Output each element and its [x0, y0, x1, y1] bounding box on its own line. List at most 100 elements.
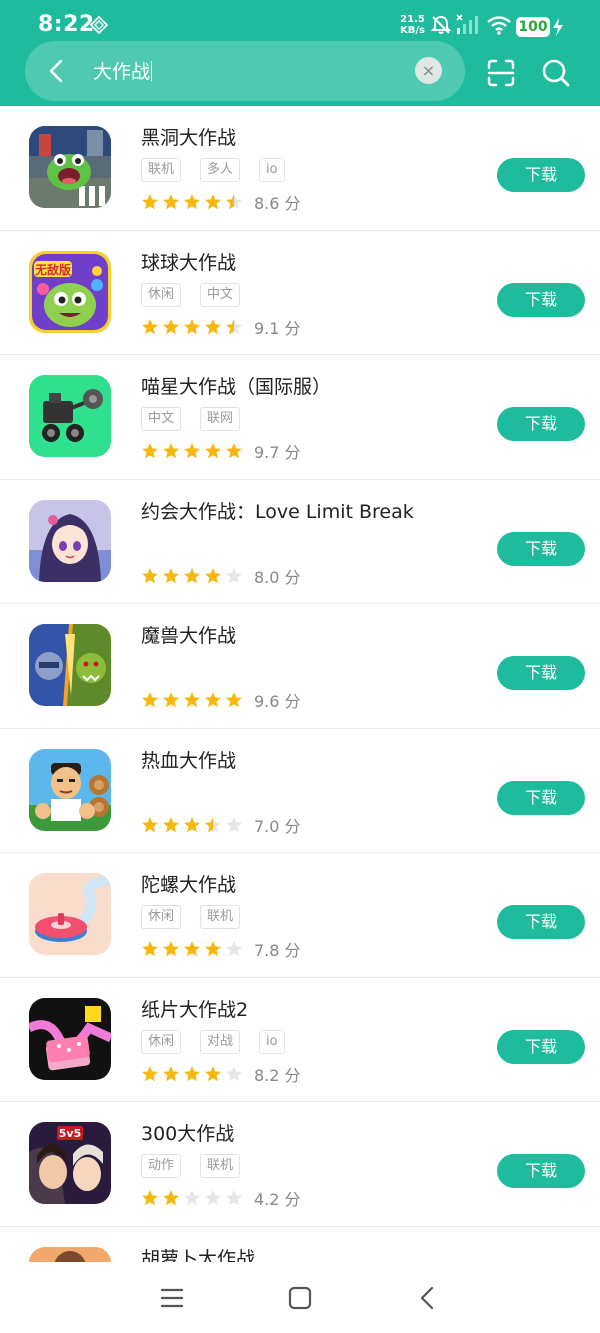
star-filled-icon: [205, 692, 221, 708]
tag-list: 休闲 中文: [141, 282, 241, 307]
home-icon[interactable]: [286, 1284, 314, 1312]
list-item[interactable]: 胡萝卜大作战: [0, 1227, 600, 1263]
app-title[interactable]: 纸片大作战2: [141, 995, 248, 1022]
app-title[interactable]: 胡萝卜大作战: [141, 1244, 255, 1263]
rating: 7.8 分: [141, 939, 301, 960]
app-title[interactable]: 魔兽大作战: [141, 621, 236, 648]
search-results-list[interactable]: 黑洞大作战 联机 多人 io 8.6 分 下载 无敌版 球球大作战 休闲 中文 …: [0, 106, 600, 1262]
download-button[interactable]: 下载: [497, 905, 585, 939]
download-button[interactable]: 下载: [497, 407, 585, 441]
tag: 多人: [200, 158, 241, 182]
spinning-top-game-icon[interactable]: [29, 873, 111, 955]
app-title[interactable]: 喵星大作战（国际服）: [141, 372, 331, 399]
list-item[interactable]: 约会大作战：Love Limit Break 8.0 分 下载: [0, 480, 600, 604]
download-button[interactable]: 下载: [497, 282, 585, 317]
star-half-icon: [226, 318, 242, 334]
rating: 4.2 分: [141, 1188, 301, 1209]
star-filled-icon: [142, 443, 158, 459]
list-item[interactable]: 黑洞大作战 联机 多人 io 8.6 分 下载: [0, 106, 600, 231]
paper-io-game-icon[interactable]: [29, 997, 111, 1080]
carrot-battle-game-icon[interactable]: [29, 1246, 111, 1262]
net-speed-value: 21.5: [400, 14, 425, 25]
tag-list: 休闲 联机: [141, 905, 241, 929]
star-rating: [141, 940, 243, 958]
star-rating: [141, 193, 243, 211]
app-title[interactable]: 黑洞大作战: [141, 123, 236, 150]
star-half-icon: [226, 194, 242, 210]
star-filled-icon: [142, 816, 158, 832]
star-filled-icon: [163, 318, 179, 334]
download-button[interactable]: 下载: [497, 531, 585, 566]
meow-battle-game-icon[interactable]: [29, 375, 111, 457]
star-empty-icon: [226, 816, 242, 832]
star-filled-icon: [205, 567, 221, 583]
list-item[interactable]: 无敌版 球球大作战 休闲 中文 9.1 分 下载: [0, 231, 600, 355]
star-filled-icon: [163, 816, 179, 832]
list-item[interactable]: 热血大作战 7.0 分 下载: [0, 729, 600, 853]
list-item[interactable]: 纸片大作战2 休闲 对战 io 8.2 分 下载: [0, 978, 600, 1102]
tag: 联网: [200, 407, 241, 431]
download-button[interactable]: 下载: [497, 1154, 585, 1188]
list-item[interactable]: 陀螺大作战 休闲 联机 7.8 分 下载: [0, 853, 600, 978]
hole-io-game-icon[interactable]: [29, 126, 111, 208]
battery-icon: 100: [516, 17, 550, 37]
star-filled-icon: [142, 194, 158, 210]
hot-blood-battle-game-icon[interactable]: [29, 748, 111, 831]
text-caret: [151, 61, 153, 81]
app-title[interactable]: 300大作战: [141, 1119, 234, 1146]
date-a-live-game-icon[interactable]: [29, 499, 111, 582]
tag: 联机: [200, 1154, 241, 1178]
back-arrow-icon[interactable]: [40, 54, 74, 88]
star-empty-icon: [226, 1065, 242, 1081]
star-filled-icon: [163, 941, 179, 957]
warcraft-battle-game-icon[interactable]: [29, 624, 111, 706]
download-button[interactable]: 下载: [497, 656, 585, 690]
star-filled-icon: [142, 941, 158, 957]
app-title[interactable]: 约会大作战：Love Limit Break: [141, 497, 414, 524]
score: 8.0 分: [254, 567, 301, 587]
menu-icon[interactable]: [158, 1284, 186, 1312]
star-filled-icon: [163, 567, 179, 583]
star-rating: [141, 691, 243, 709]
list-item[interactable]: 5v5 300大作战 动作 联机 4.2 分 下载: [0, 1102, 600, 1227]
tag: 对战: [200, 1029, 241, 1054]
clear-search-button[interactable]: ×: [415, 57, 442, 84]
download-button[interactable]: 下载: [497, 158, 585, 192]
download-button[interactable]: 下载: [497, 1029, 585, 1064]
mute-icon: [430, 15, 452, 34]
rating: 8.6 分: [141, 192, 301, 213]
search-icon[interactable]: [541, 58, 571, 88]
300-battle-game-icon[interactable]: 5v5: [29, 1122, 111, 1204]
star-filled-icon: [163, 194, 179, 210]
app-title[interactable]: 球球大作战: [141, 248, 236, 275]
star-filled-icon: [184, 194, 200, 210]
ball-battle-game-icon[interactable]: 无敌版: [29, 250, 111, 333]
star-filled-icon: [163, 1190, 179, 1206]
tag: io: [259, 158, 285, 182]
search-query: 大作战: [93, 61, 151, 83]
star-filled-icon: [184, 567, 200, 583]
star-filled-icon: [184, 816, 200, 832]
download-button[interactable]: 下载: [497, 780, 585, 815]
score: 8.6 分: [254, 194, 301, 213]
star-filled-icon: [184, 318, 200, 334]
list-item[interactable]: 魔兽大作战 9.6 分 下载: [0, 604, 600, 729]
search-box[interactable]: [25, 41, 465, 101]
star-filled-icon: [205, 941, 221, 957]
rating: 9.7 分: [141, 441, 301, 462]
list-item[interactable]: 喵星大作战（国际服） 中文 联网 9.7 分 下载: [0, 355, 600, 480]
star-filled-icon: [184, 443, 200, 459]
star-filled-icon: [226, 692, 242, 708]
back-icon[interactable]: [414, 1284, 442, 1312]
tag: 中文: [141, 407, 182, 431]
star-filled-icon: [205, 318, 221, 334]
app-title[interactable]: 热血大作战: [141, 746, 236, 773]
app-title[interactable]: 陀螺大作战: [141, 870, 236, 897]
star-rating: [141, 567, 243, 585]
star-filled-icon: [142, 567, 158, 583]
tag: 休闲: [141, 1029, 182, 1054]
search-input[interactable]: 大作战: [93, 57, 153, 84]
scan-icon[interactable]: [486, 58, 516, 88]
signal-icon: [456, 14, 478, 34]
star-filled-icon: [142, 692, 158, 708]
